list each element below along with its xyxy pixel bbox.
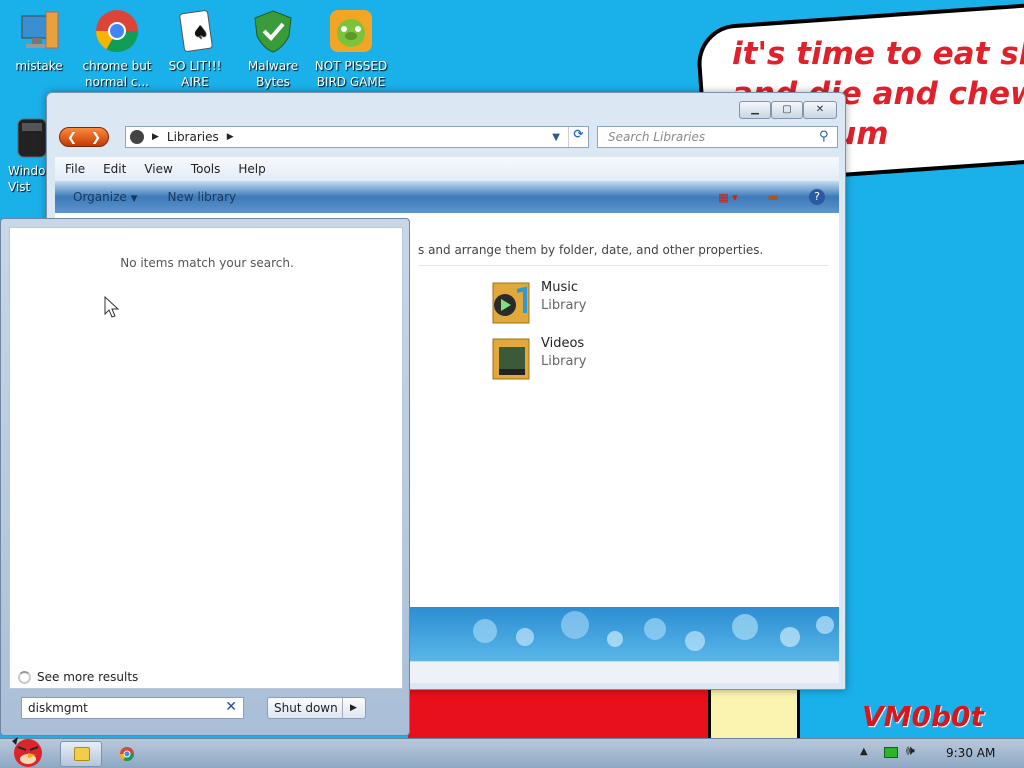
loading-spinner-icon [18,670,31,684]
desktop-icon-label: Malware Bytes [247,59,299,89]
forward-arrow-icon[interactable]: ❯ [91,130,101,144]
chrome-icon [120,747,134,761]
network-icon[interactable] [884,747,898,758]
menu-tools[interactable]: Tools [191,162,221,181]
pig-icon [328,8,374,54]
menu-bar: File Edit View Tools Help [55,157,839,181]
description-divider [418,265,828,266]
start-search-input[interactable]: diskmgmt ✕ [21,697,244,719]
library-description: s and arrange them by folder, date, and … [418,243,764,257]
taskbar-explorer-button[interactable] [60,741,102,767]
address-dropdown-icon[interactable]: ▼ [552,132,560,143]
folder-icon [74,747,90,761]
address-bar[interactable]: ▶ Libraries ▶ ▼ ⟳ [125,126,589,148]
signature-text: VM0b0t [862,700,984,733]
search-icon[interactable]: ⚲ [819,129,829,144]
no-results-text: No items match your search. [120,256,294,270]
breadcrumb-separator-icon: ▶ [152,132,159,142]
library-item-music[interactable]: Music Library [491,279,586,325]
breadcrumb-libraries[interactable]: Libraries [167,130,219,144]
library-type: Library [541,354,587,369]
dropdown-arrow-icon: ▼ [130,194,138,204]
library-type: Library [541,298,587,313]
library-name: Videos [541,336,585,351]
shutdown-button[interactable]: Shut down ▶ [267,697,366,719]
desktop-icon-label: SO LIT!!! AIRE [168,59,222,89]
desktop-icon-label: NOT PISSED BIRD GAME [314,59,388,89]
desktop-icon-solitaire[interactable]: ♠ SO LIT!!! AIRE [156,0,234,90]
desktop-icon-chrome[interactable]: chrome but normal c... [78,0,156,90]
mouse-cursor-icon [104,296,120,318]
show-hidden-icons-arrow[interactable]: ▲ [860,746,868,757]
chrome-icon [94,8,140,54]
maximize-button[interactable]: ▢ [771,101,803,119]
wallpaper-red-block [408,690,708,738]
start-button[interactable] [4,733,48,768]
back-arrow-icon[interactable]: ❮ [67,130,77,144]
taskbar-chrome-button[interactable] [110,741,144,767]
shield-icon [250,8,296,54]
taskbar: ▲ 🕪 9:30 AM [0,737,1024,768]
search-results-pane: No items match your search. See more res… [9,227,403,689]
minimize-button[interactable]: ▁ [739,101,771,119]
library-name: Music [541,280,578,295]
start-menu: No items match your search. See more res… [0,218,410,736]
desktop-icon-label: mistake [15,59,63,73]
desktop-icon-label: chrome but normal c... [82,59,152,89]
new-library-button[interactable]: New library [168,190,237,204]
desktop-icon-mistake[interactable]: mistake [0,0,78,74]
search-libraries-input[interactable]: Search Libraries [597,126,838,148]
close-button[interactable]: ✕ [803,101,837,119]
see-more-results-link[interactable]: See more results [18,670,138,684]
command-bar: Organize ▼ New library ▦ ▾ ▬ ? [55,181,839,213]
menu-view[interactable]: View [144,162,172,181]
clear-search-icon[interactable]: ✕ [225,699,237,715]
volume-icon[interactable]: 🕪 [906,743,915,759]
videos-library-icon [491,335,533,381]
desktop-icon-bird-game[interactable]: NOT PISSED BIRD GAME [312,0,390,90]
preview-pane-icon[interactable]: ▬ [768,190,779,204]
refresh-icon[interactable]: ⟳ [568,127,588,147]
back-forward-buttons[interactable]: ❮ ❯ [59,127,109,147]
breadcrumb-chevron-icon[interactable]: ▶ [227,132,234,142]
organize-button[interactable]: Organize ▼ [73,190,138,204]
solitaire-icon: ♠ [172,8,218,54]
angry-bird-icon [12,737,42,767]
help-icon[interactable]: ? [809,189,825,205]
shutdown-options-arrow-icon[interactable]: ▶ [342,698,364,718]
svg-text:♠: ♠ [192,22,208,43]
wallpaper-yellow-block [708,690,800,738]
menu-edit[interactable]: Edit [103,162,126,181]
clock[interactable]: 9:30 AM [946,746,995,760]
menu-file[interactable]: File [65,162,85,181]
view-options-icon[interactable]: ▦ ▾ [718,191,737,204]
music-library-icon [491,279,533,325]
computer-icon [16,8,62,54]
library-item-videos[interactable]: Videos Library [491,335,586,381]
menu-help[interactable]: Help [238,162,265,181]
libraries-icon [130,130,144,144]
desktop-icon-windows-vista[interactable]: Windo Vist [0,105,48,195]
desktop-icon-malwarebytes[interactable]: Malware Bytes [234,0,312,90]
